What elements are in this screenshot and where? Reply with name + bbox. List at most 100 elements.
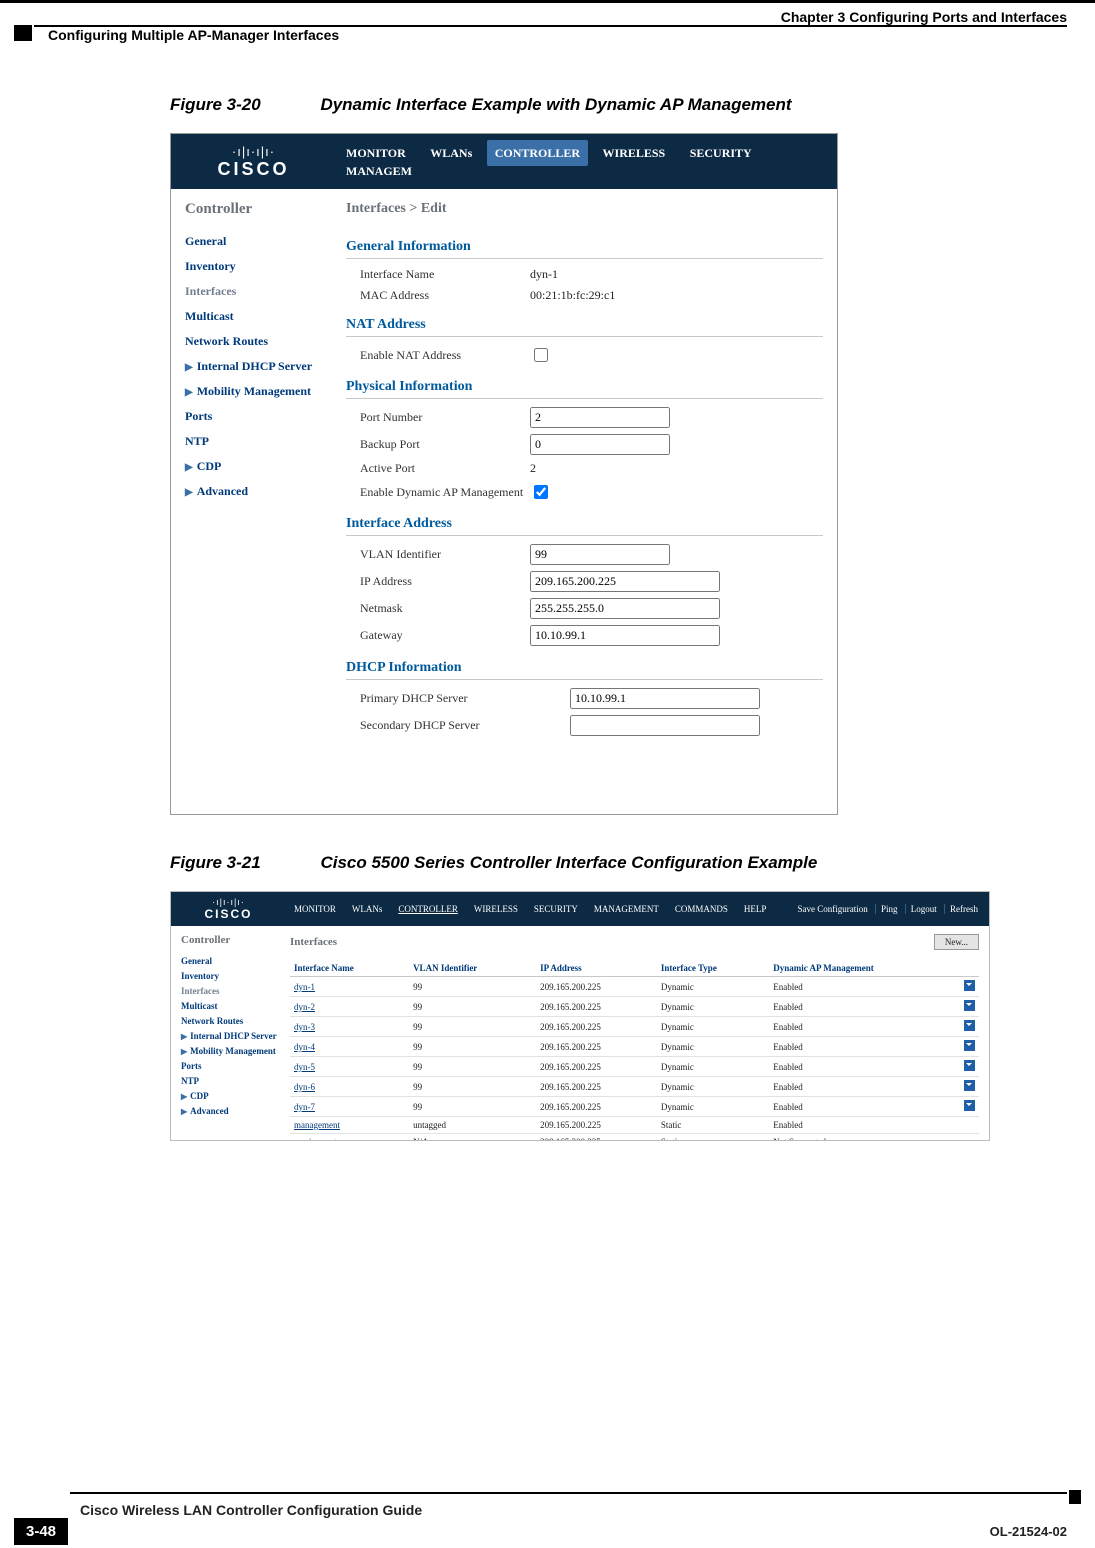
sidebar-item-interfaces[interactable]: Interfaces xyxy=(185,284,336,299)
primary-nav: MONITOR WLANs CONTROLLER WIRELESS SECURI… xyxy=(336,144,837,180)
sidebar-item-general[interactable]: General xyxy=(185,234,336,249)
input-pri-dhcp[interactable] xyxy=(570,688,760,709)
value-active: 2 xyxy=(530,461,536,476)
iface-link[interactable]: dyn-6 xyxy=(294,1082,315,1092)
iface-link[interactable]: dyn-1 xyxy=(294,982,315,992)
iface-link[interactable]: dyn-3 xyxy=(294,1022,315,1032)
iface-link[interactable]: service-port xyxy=(294,1137,337,1141)
cell-type: Static xyxy=(657,1117,769,1134)
table-row: service-portN/A209.165.200.225StaticNot … xyxy=(290,1134,979,1142)
nav-wlans[interactable]: WLANs xyxy=(420,146,482,160)
sidebar-item-inventory[interactable]: Inventory xyxy=(185,259,336,274)
iface-link[interactable]: dyn-4 xyxy=(294,1042,315,1052)
nav-management[interactable]: MANAGEM xyxy=(336,164,422,178)
dropdown-icon[interactable] xyxy=(964,1020,975,1031)
dropdown-icon[interactable] xyxy=(964,1060,975,1071)
iface-link[interactable]: dyn-7 xyxy=(294,1102,315,1112)
dropdown-icon[interactable] xyxy=(964,1080,975,1091)
sidebar-title: Controller xyxy=(185,201,336,218)
nav-monitor[interactable]: MONITOR xyxy=(286,904,344,914)
iface-link[interactable]: dyn-5 xyxy=(294,1062,315,1072)
table-row: dyn-399209.165.200.225DynamicEnabled xyxy=(290,1017,979,1037)
util-ping[interactable]: Ping xyxy=(875,904,903,914)
sidebar-item-mobility[interactable]: ▶Mobility Management xyxy=(181,1046,280,1056)
value-mac: 00:21:1b:fc:29:c1 xyxy=(530,288,615,303)
sidebar-item-multicast[interactable]: Multicast xyxy=(181,1001,280,1011)
sidebar-item-routes[interactable]: Network Routes xyxy=(181,1016,280,1026)
caret-icon: ▶ xyxy=(185,487,193,498)
page-number: 3-48 xyxy=(14,1518,68,1545)
util-refresh[interactable]: Refresh xyxy=(944,904,983,914)
sidebar-item-ntp[interactable]: NTP xyxy=(181,1076,280,1086)
nav-commands[interactable]: COMMANDS xyxy=(667,904,736,914)
cell-dyn: Enabled xyxy=(769,1017,960,1037)
cell-vlan: 99 xyxy=(409,997,536,1017)
dropdown-icon[interactable] xyxy=(964,1100,975,1111)
checkbox-dynamic-ap[interactable] xyxy=(534,485,548,499)
section-physical: Physical Information xyxy=(346,379,823,399)
input-netmask[interactable] xyxy=(530,598,720,619)
nav-help[interactable]: HELP xyxy=(736,904,775,914)
input-sec-dhcp[interactable] xyxy=(570,715,760,736)
util-logout[interactable]: Logout xyxy=(905,904,942,914)
cell-vlan: 99 xyxy=(409,977,536,997)
footer-box-icon xyxy=(1069,1490,1081,1504)
sidebar-item-dhcp[interactable]: ▶Internal DHCP Server xyxy=(185,359,336,374)
value-iface-name: dyn-1 xyxy=(530,267,558,282)
sidebar-item-inventory[interactable]: Inventory xyxy=(181,971,280,981)
nav-monitor[interactable]: MONITOR xyxy=(336,146,416,160)
nav-management[interactable]: MANAGEMENT xyxy=(586,904,667,914)
sidebar-item-ports[interactable]: Ports xyxy=(181,1061,280,1071)
input-port[interactable] xyxy=(530,407,670,428)
sidebar-item-cdp[interactable]: ▶CDP xyxy=(181,1091,280,1101)
interfaces-table: Interface Name VLAN Identifier IP Addres… xyxy=(290,960,979,1141)
cell-ip: 209.165.200.225 xyxy=(536,1057,657,1077)
sidebar-item-ntp[interactable]: NTP xyxy=(185,434,336,449)
iface-link[interactable]: dyn-2 xyxy=(294,1002,315,1012)
dropdown-icon[interactable] xyxy=(964,980,975,991)
input-backup[interactable] xyxy=(530,434,670,455)
label-active: Active Port xyxy=(360,461,530,476)
dropdown-icon[interactable] xyxy=(964,1000,975,1011)
new-button[interactable]: New... xyxy=(934,934,979,950)
top-nav-bar: ·ı|ı·ı|ı· CISCO MONITOR WLANs CONTROLLER… xyxy=(171,892,989,926)
checkbox-enable-nat[interactable] xyxy=(534,348,548,362)
figure-3-20: ·ı|ı·ı|ı· CISCO MONITOR WLANs CONTROLLER… xyxy=(170,133,838,815)
sidebar-item-ports[interactable]: Ports xyxy=(185,409,336,424)
cell-ip: 209.165.200.225 xyxy=(536,977,657,997)
main-panel: Interfaces New... Interface Name VLAN Id… xyxy=(286,926,989,1141)
dropdown-icon[interactable] xyxy=(964,1040,975,1051)
util-save[interactable]: Save Configuration xyxy=(792,904,872,914)
nav-wireless[interactable]: WIRELESS xyxy=(466,904,526,914)
sidebar-item-interfaces[interactable]: Interfaces xyxy=(181,986,280,996)
sidebar-item-advanced[interactable]: ▶Advanced xyxy=(185,484,336,499)
cell-type: Dynamic xyxy=(657,1077,769,1097)
cell-ip: 209.165.200.225 xyxy=(536,1017,657,1037)
cell-ip: 209.165.200.225 xyxy=(536,1077,657,1097)
sidebar-item-general[interactable]: General xyxy=(181,956,280,966)
caret-icon: ▶ xyxy=(181,1032,187,1041)
label-port: Port Number xyxy=(360,410,530,425)
col-type: Interface Type xyxy=(657,960,769,977)
fig-text: Dynamic Interface Example with Dynamic A… xyxy=(320,95,791,114)
nav-controller[interactable]: CONTROLLER xyxy=(487,140,588,166)
nav-wireless[interactable]: WIRELESS xyxy=(593,146,676,160)
sidebar-item-multicast[interactable]: Multicast xyxy=(185,309,336,324)
nav-security[interactable]: SECURITY xyxy=(680,146,762,160)
label-netmask: Netmask xyxy=(360,601,530,616)
input-vlan[interactable] xyxy=(530,544,670,565)
sidebar-item-dhcp[interactable]: ▶Internal DHCP Server xyxy=(181,1031,280,1041)
nav-wlans[interactable]: WLANs xyxy=(344,904,391,914)
nav-controller[interactable]: CONTROLLER xyxy=(390,904,466,914)
nav-security[interactable]: SECURITY xyxy=(526,904,586,914)
input-gateway[interactable] xyxy=(530,625,720,646)
label-backup: Backup Port xyxy=(360,437,530,452)
sidebar-item-mobility[interactable]: ▶Mobility Management xyxy=(185,384,336,399)
sidebar-item-advanced[interactable]: ▶Advanced xyxy=(181,1106,280,1116)
doc-number: OL-21524-02 xyxy=(990,1524,1067,1539)
iface-link[interactable]: management xyxy=(294,1120,340,1130)
input-ip[interactable] xyxy=(530,571,720,592)
chapter-line: Chapter 3 Configuring Ports and Interfac… xyxy=(781,9,1067,25)
sidebar-item-routes[interactable]: Network Routes xyxy=(185,334,336,349)
sidebar-item-cdp[interactable]: ▶CDP xyxy=(185,459,336,474)
